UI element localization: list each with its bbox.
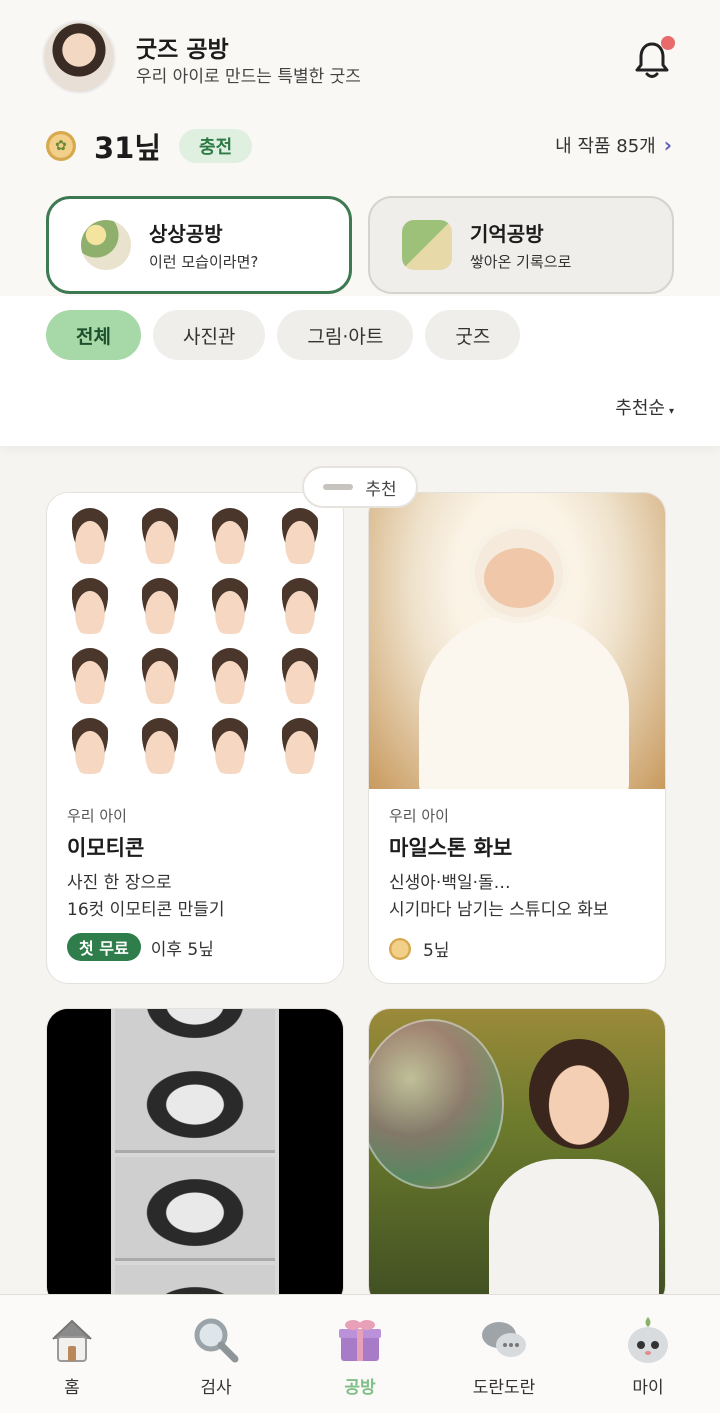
chip-goods[interactable]: 굿즈 [425,310,521,360]
photobooth-preview-image [47,1009,343,1307]
workshop-title: 기억공방 [470,222,544,246]
card-desc-line: 시기마다 남기는 스튜디오 화보 [389,900,609,920]
card-kicker: 우리 아이 [389,807,449,825]
card-desc-line: 16컷 이모티콘 만들기 [67,900,225,920]
page-title: 굿즈 공방 [136,37,229,63]
workshop-imagination-card[interactable]: 상상공방 이런 모습이라면? [46,196,352,294]
nav-label: 검사 [200,1378,232,1398]
profile-avatar[interactable] [42,20,116,94]
coin-icon: ✿ [46,131,76,161]
header-area: 굿즈 공방 우리 아이로 만드는 특별한 굿즈 ✿ 31닢 충전 내 작품 85… [0,0,720,300]
sort-dropdown[interactable]: 추천순 ▾ [615,394,674,420]
card-desc-line: 신생아·백일·돌… [389,873,511,893]
nav-label: 공방 [344,1378,376,1398]
chip-all[interactable]: 전체 [46,310,141,360]
nav-chat[interactable]: 도란도란 [449,1295,559,1398]
nav-home[interactable]: 홈 [17,1295,127,1398]
workshop-memory-card[interactable]: 기억공방 쌓아온 기록으로 [368,196,674,294]
bubble-preview-image [369,1009,665,1307]
chip-photo-studio[interactable]: 사진관 [152,310,266,360]
coin-balance: 31닢 [94,131,162,165]
emoticon-preview-image [47,493,343,789]
bottom-navigation: 홈 검사 공방 도란도란 마이 [0,1294,720,1413]
house-icon [52,1319,92,1362]
recommend-label: 추천 [365,479,397,500]
my-works-label: 내 작품 85개 [555,136,656,157]
card-price: 이후 5닢 [150,939,214,960]
nav-label: 도란도란 [472,1378,536,1398]
character-face-icon [628,1317,668,1363]
caret-down-icon: ▾ [668,406,674,417]
page-subtitle: 우리 아이로 만드는 특별한 굿즈 [136,67,361,87]
coin-icon [389,937,411,960]
drag-handle-icon [323,484,354,490]
free-badge: 첫 무료 [67,933,141,961]
palette-icon [81,220,131,270]
workshop-title: 상상공방 [149,222,223,246]
card-price: 5닢 [423,941,450,961]
product-card-bubble[interactable] [368,1008,666,1308]
magnifier-icon [194,1318,239,1363]
charge-button[interactable]: 충전 [179,129,253,163]
gift-icon [339,1320,381,1361]
nav-workshop[interactable]: 공방 [305,1295,415,1398]
nav-my[interactable]: 마이 [593,1295,703,1398]
my-works-link[interactable]: 내 작품 85개 › [555,132,672,158]
card-title: 이모티콘 [67,836,145,860]
category-chips: 전체 사진관 그림·아트 굿즈 [46,310,532,360]
card-desc-line: 사진 한 장으로 [67,873,172,893]
product-card-photobooth[interactable] [46,1008,344,1308]
product-card-milestone[interactable]: 우리 아이 마일스톤 화보 신생아·백일·돌… 시기마다 남기는 스튜디오 화보… [368,492,666,984]
chip-art[interactable]: 그림·아트 [277,310,414,360]
card-title: 마일스톤 화보 [389,836,513,860]
nav-label: 마이 [632,1378,664,1398]
recommend-tag[interactable]: 추천 [302,466,418,508]
filter-bar: 전체 사진관 그림·아트 굿즈 추천순 ▾ [0,296,720,446]
chevron-right-icon: › [663,133,672,157]
card-kicker: 우리 아이 [67,807,127,825]
chat-bubbles-icon [482,1322,526,1357]
nav-check[interactable]: 검사 [161,1295,271,1398]
workshop-subtitle: 쌓아온 기록으로 [470,253,572,271]
film-reel-icon [402,220,452,270]
sort-label: 추천순 [615,398,665,419]
wallet-row: ✿ 31닢 충전 [46,126,253,166]
notification-dot [661,36,675,50]
product-card-emoticon[interactable]: 우리 아이 이모티콘 사진 한 장으로 16컷 이모티콘 만들기 첫 무료 이후… [46,492,344,984]
workshop-subtitle: 이런 모습이라면? [149,253,259,271]
nav-label: 홈 [64,1378,80,1398]
milestone-preview-image [369,493,665,789]
